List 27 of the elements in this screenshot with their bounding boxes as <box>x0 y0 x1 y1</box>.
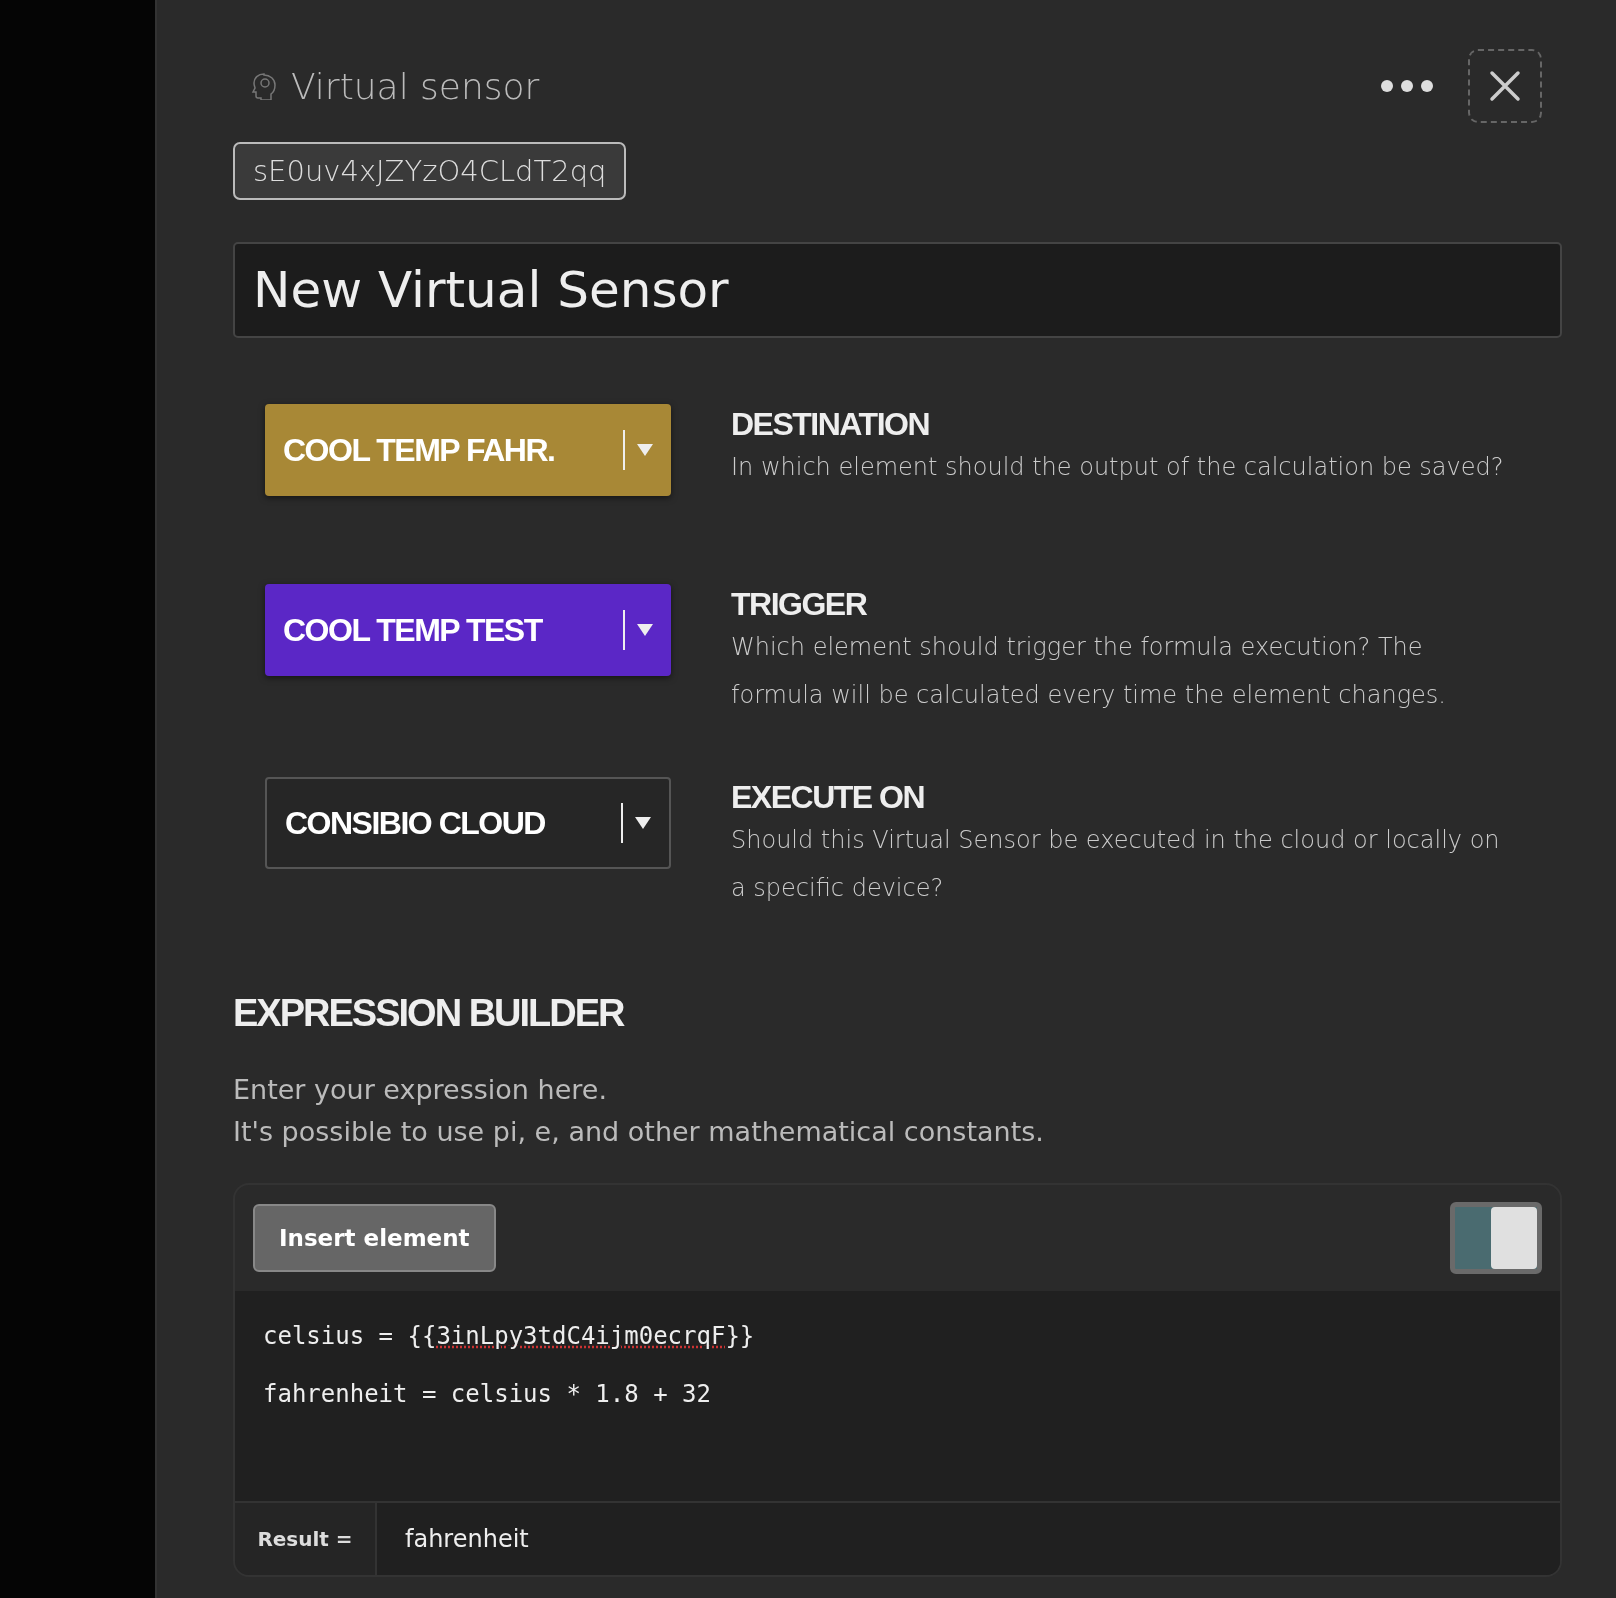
setting-heading: TRIGGER <box>731 586 868 623</box>
setting-description: Should this Virtual Sensor be executed in the cloud or locally on a specific device? <box>731 825 1501 904</box>
result-value: fahrenheit <box>377 1503 1560 1575</box>
name-input-field[interactable]: New Virtual Sensor <box>233 242 1562 338</box>
caret-icon <box>635 817 651 829</box>
setting-heading: DESTINATION <box>731 406 930 443</box>
caret-icon <box>637 624 653 636</box>
more-icon <box>1380 79 1434 93</box>
code-editor[interactable]: celsius = {{3inLpy3tdC4ijm0ecrqF}} fahrenheit = celsius * 1.8 + 32 <box>235 1291 1560 1501</box>
toggle-switch[interactable] <box>1450 1202 1542 1274</box>
intro-text: Enter your expression here. <box>233 1073 608 1107</box>
caret-icon <box>637 444 653 456</box>
setting-description: In which element should the output of the calculation be saved? <box>731 452 1505 483</box>
insert-element-button[interactable]: Insert element <box>253 1204 496 1272</box>
section-heading: EXPRESSION BUILDER <box>233 992 626 1035</box>
intro-text: It's possible to use pi, e, and other mathematical constants. <box>233 1115 1045 1149</box>
dropdown[interactable]: CONSIBIO CLOUD <box>265 777 671 869</box>
setting-heading: EXECUTE ON <box>731 779 926 816</box>
window-title: Virtual sensor <box>291 65 540 107</box>
dropdown[interactable]: COOL TEMP TEST <box>265 584 671 676</box>
code-line: fahrenheit = celsius * 1.8 + 32 <box>263 1379 712 1410</box>
close-icon <box>1489 70 1521 102</box>
setting-description: Which element should trigger the formula execution? The formula will be calculated every time the element changes. <box>731 632 1447 711</box>
id-badge: sE0uv4xJZYzO4CLdT2qq <box>233 142 627 200</box>
close-button[interactable] <box>1468 49 1542 123</box>
code-line: celsius = {{3inLpy3tdC4ijm0ecrqF}} <box>263 1321 756 1352</box>
head-gear-icon <box>251 72 277 100</box>
